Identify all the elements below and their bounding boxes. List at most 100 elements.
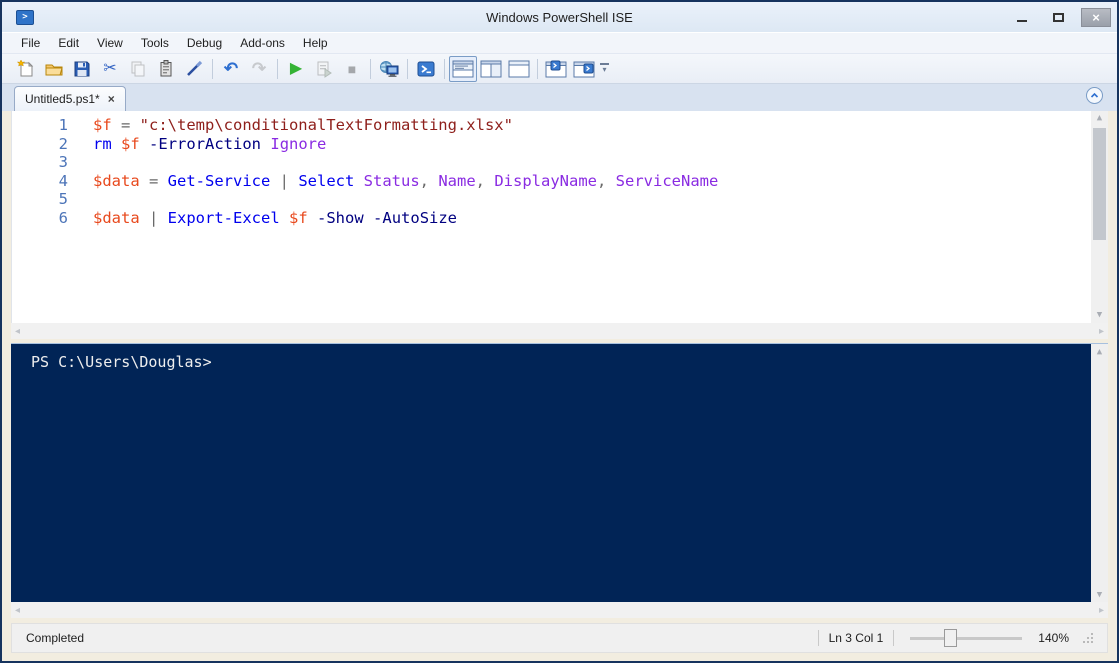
editor-scrollbar-thumb[interactable] [1093,128,1106,240]
code-text: $data | Export-Excel $f -Show -AutoSize [93,208,458,227]
toolbar-overflow-icon [600,63,609,66]
status-separator [817,630,819,646]
start-powershell-button[interactable] [412,56,440,82]
run-selection-button[interactable] [310,56,338,82]
copy-button[interactable] [124,56,152,82]
minimize-button[interactable] [1009,8,1035,26]
powershell-ise-window: > Windows PowerShell ISE × File Edit Vie… [0,0,1119,663]
show-script-pane-maximized-button[interactable] [505,56,533,82]
close-button[interactable]: × [1081,7,1111,27]
show-script-pane-maximized-icon [508,60,530,77]
script-pane-tab-right-icon [573,61,595,77]
scroll-right-icon[interactable]: ▸ [1099,605,1104,616]
script-pane-tab-button[interactable] [542,56,570,82]
run-script-button[interactable]: ▶ [282,56,310,82]
paste-button[interactable] [152,56,180,82]
line-col-indicator: Ln 3 Col 1 [828,631,884,645]
line-number: 4 [58,171,68,190]
editor-vertical-scrollbar[interactable]: ▲ ▼ [1091,111,1108,323]
new-remote-powershell-tab-button[interactable] [375,56,403,82]
paste-icon [160,59,172,76]
undo-button[interactable]: ↶ [217,56,245,82]
scroll-left-icon[interactable]: ◂ [15,605,20,616]
collapse-script-pane-button[interactable] [1086,87,1103,104]
resize-grip[interactable] [1083,633,1093,643]
line-number: 5 [58,190,68,208]
toolbar: ✂ ↶ ↷ ▶ ■ ▾ [2,54,1117,84]
menu-bar: File Edit View Tools Debug Add-ons Help [2,32,1117,54]
content-region: 1 $f = "c:\temp\conditionalTextFormatting… [2,111,1117,661]
new-script-icon [16,58,34,76]
code-line: 5 [12,190,1108,209]
chevron-up-icon [1090,92,1099,98]
toolbar-separator [407,58,408,79]
tab-untitled5[interactable]: Untitled5.ps1* × [14,86,126,111]
status-text: Completed [26,631,85,645]
console-pane[interactable]: PS C:\Users\Douglas> ▲ ▼ [11,344,1108,602]
tab-label: Untitled5.ps1* [25,92,100,106]
stop-operation-button[interactable]: ■ [338,56,366,82]
new-remote-powershell-tab-icon [380,60,399,77]
show-script-pane-right-button[interactable] [477,56,505,82]
code-lines: 1 $f = "c:\temp\conditionalTextFormatting… [12,111,1108,227]
toolbar-separator [537,58,538,79]
code-line: 3 [12,153,1108,172]
editor-horizontal-scrollbar[interactable]: ◂ ▸ [11,323,1108,339]
script-pane-tab-icon [545,60,567,77]
window-title: Windows PowerShell ISE [486,9,633,25]
menu-addons[interactable]: Add-ons [231,34,294,52]
menu-tools[interactable]: Tools [132,34,178,52]
menu-view[interactable]: View [88,34,132,52]
copy-icon [131,61,145,76]
console-vertical-scrollbar[interactable]: ▲ ▼ [1091,344,1108,602]
menu-file[interactable]: File [12,34,49,52]
run-script-icon: ▶ [289,59,303,77]
code-line: 4 $data = Get-Service | Select Status, Na… [12,172,1108,191]
line-number: 3 [58,153,68,171]
code-line: 2 rm $f -ErrorAction Ignore [12,135,1108,154]
toolbar-separator [444,58,445,79]
script-editor-pane[interactable]: 1 $f = "c:\temp\conditionalTextFormatting… [11,111,1108,323]
status-separator [893,630,895,646]
scroll-up-icon[interactable]: ▲ [1097,344,1102,359]
redo-button[interactable]: ↷ [245,56,273,82]
code-line: 6 $data | Export-Excel $f -Show -AutoSize [12,209,1108,228]
zoom-slider[interactable] [910,628,1023,647]
code-text: $data = Get-Service | Select Status, Nam… [93,171,719,190]
window-controls: × [1009,7,1111,27]
menu-help[interactable]: Help [294,34,337,52]
code-line: 1 $f = "c:\temp\conditionalTextFormatting… [12,116,1108,135]
redo-icon: ↷ [251,59,267,78]
show-script-pane-top-button[interactable] [449,55,477,82]
cut-button[interactable]: ✂ [96,56,124,82]
scroll-down-icon[interactable]: ▼ [1097,587,1102,602]
open-script-button[interactable] [40,56,68,82]
menu-edit[interactable]: Edit [49,34,88,52]
tab-close-icon[interactable]: × [108,92,115,106]
run-selection-icon [317,61,332,78]
open-script-icon [45,64,63,75]
toolbar-overflow-button[interactable]: ▾ [600,63,609,74]
scroll-left-icon[interactable]: ◂ [15,326,20,337]
zoom-slider-thumb[interactable] [944,628,958,647]
zoom-level: 140% [1038,631,1069,645]
toolbar-separator [212,58,213,79]
status-bar: Completed Ln 3 Col 1 140% [11,623,1108,653]
menu-debug[interactable]: Debug [178,34,231,52]
line-number: 1 [58,116,68,134]
scroll-up-icon[interactable]: ▲ [1097,111,1102,126]
console-horizontal-scrollbar[interactable]: ◂ ▸ [11,602,1108,618]
scroll-down-icon[interactable]: ▼ [1097,308,1102,323]
code-text: $f = "c:\temp\conditionalTextFormatting.… [93,116,513,134]
save-button[interactable] [68,56,96,82]
maximize-button[interactable] [1045,8,1071,26]
clear-console-button[interactable] [180,56,208,82]
show-script-pane-top-icon [452,60,474,77]
code-text: rm $f -ErrorAction Ignore [93,134,327,153]
console-prompt: PS C:\Users\Douglas> [31,353,212,371]
new-script-button[interactable] [12,56,40,82]
line-number: 6 [58,208,68,227]
script-pane-tab-right-button[interactable] [570,56,598,82]
scroll-right-icon[interactable]: ▸ [1099,326,1104,337]
tab-strip: Untitled5.ps1* × [2,84,1117,111]
